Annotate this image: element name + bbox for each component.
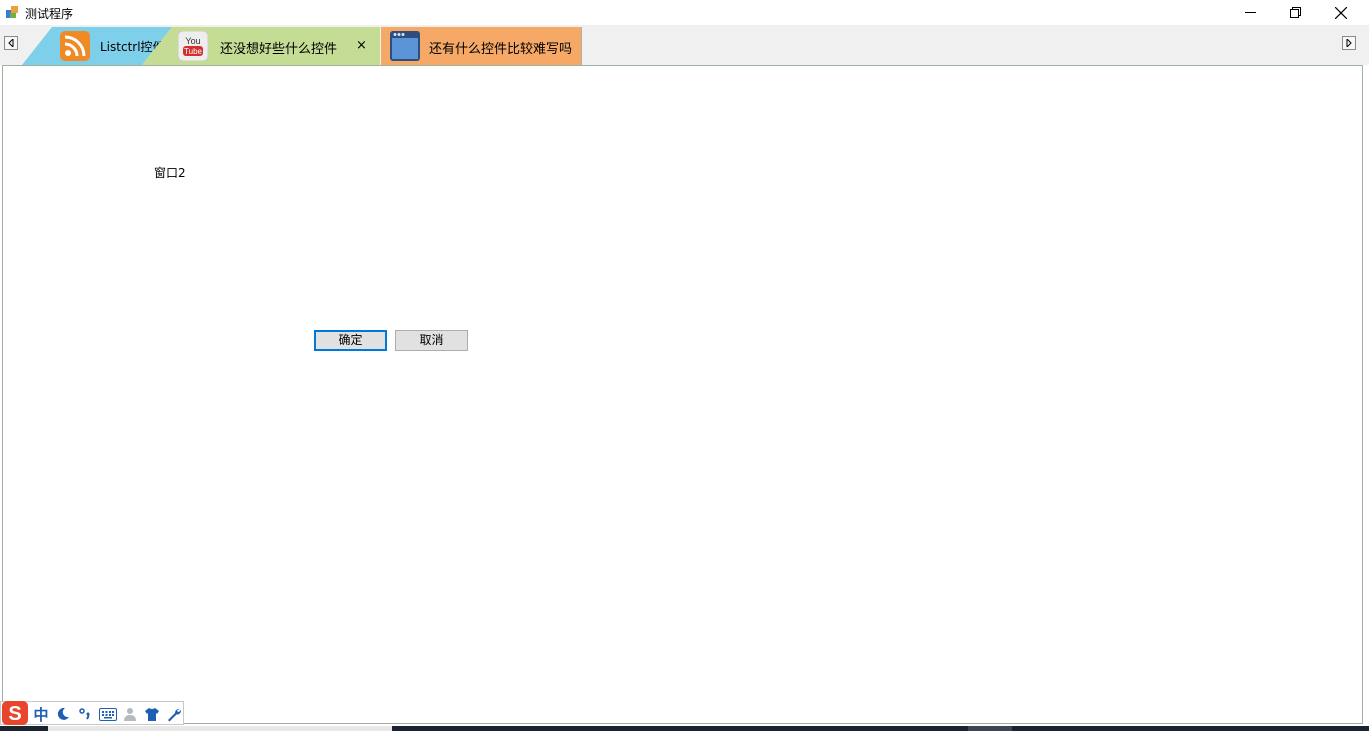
- skin-shirt-icon: [145, 707, 159, 721]
- tab-strip: Listctrl控件 You Tube 还没想好些什么控件 × 还有什么控件比较…: [0, 25, 1369, 65]
- wrench-icon: [167, 708, 181, 721]
- minimize-icon: [1244, 12, 1256, 13]
- window-title: 测试程序: [25, 7, 74, 21]
- title-bar: 测试程序: [0, 0, 1369, 25]
- taskbar-highlight: [48, 726, 392, 731]
- taskbar-item: [968, 726, 1012, 731]
- restore-button[interactable]: [1272, 0, 1318, 25]
- window-label: 窗口2: [154, 166, 186, 180]
- ime-toolbar: S 中: [0, 701, 184, 725]
- scroll-right-icon: [1346, 39, 1352, 47]
- window-app-icon: [390, 31, 420, 61]
- tab-label: 还没想好些什么控件: [220, 42, 338, 57]
- sogou-logo-icon: S: [2, 701, 28, 725]
- rss-icon: [60, 31, 90, 61]
- ime-settings-button[interactable]: [165, 705, 183, 723]
- app-icon: [6, 6, 18, 18]
- tab-undecided[interactable]: You Tube 还没想好些什么控件 ×: [142, 27, 380, 65]
- tab-close-button[interactable]: ×: [356, 38, 367, 53]
- user-icon: [123, 707, 136, 721]
- scroll-left-icon: [8, 39, 14, 47]
- ime-user-button[interactable]: [122, 705, 138, 723]
- close-button[interactable]: [1318, 0, 1364, 25]
- ok-button[interactable]: 确定: [314, 330, 387, 351]
- svg-text:Tube: Tube: [184, 47, 202, 56]
- ime-punctuation-toggle[interactable]: [77, 705, 93, 723]
- ime-keyboard-button[interactable]: [98, 705, 118, 723]
- punctuation-icon: [79, 708, 90, 720]
- tab-scroll-left-button[interactable]: [4, 36, 18, 50]
- tab-label: 还有什么控件比较难写吗: [429, 42, 573, 57]
- tab-hard-controls[interactable]: 还有什么控件比较难写吗: [381, 27, 582, 65]
- cancel-button[interactable]: 取消: [395, 330, 468, 351]
- keyboard-icon: [99, 707, 117, 721]
- svg-text:You: You: [185, 36, 200, 46]
- ime-width-toggle[interactable]: [55, 705, 71, 723]
- ime-mode-toggle[interactable]: 中: [32, 705, 50, 724]
- close-icon: [1335, 6, 1347, 19]
- tab-content-panel: 窗口2 确定 取消: [2, 65, 1363, 724]
- youtube-icon: You Tube: [178, 31, 208, 61]
- moon-icon: [57, 707, 69, 720]
- svg-text:S: S: [8, 703, 21, 725]
- tab-scroll-right-button[interactable]: [1342, 36, 1356, 50]
- sogou-logo-button[interactable]: S: [1, 701, 29, 725]
- taskbar-edge: [0, 726, 1369, 731]
- restore-icon: [1289, 7, 1301, 18]
- minimize-button[interactable]: [1227, 0, 1273, 25]
- ime-skin-button[interactable]: [143, 705, 161, 723]
